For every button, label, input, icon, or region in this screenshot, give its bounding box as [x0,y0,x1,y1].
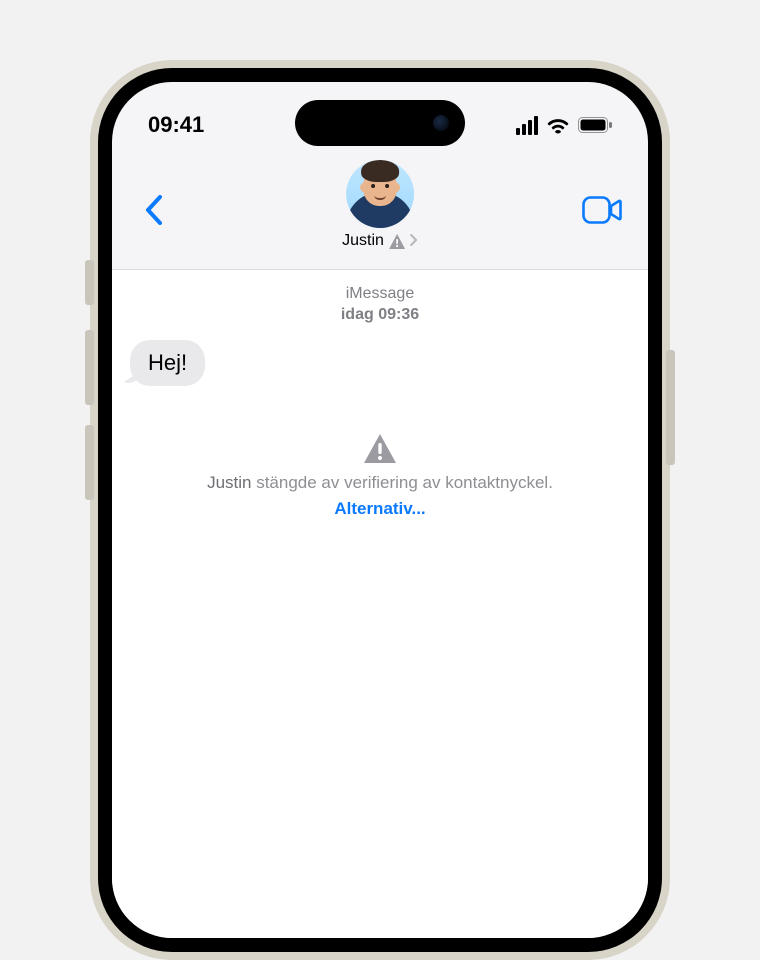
message-text: Hej! [148,350,187,375]
message-row: Hej! [130,340,630,386]
chevron-right-icon [410,233,418,249]
chevron-left-icon [145,195,163,225]
warning-icon [389,234,405,249]
contact-avatar [346,160,414,228]
warning-triangle-icon [130,434,630,463]
message-thread[interactable]: iMessage idag 09:36 Hej! Justin stängde … [112,270,648,938]
incoming-message-bubble[interactable]: Hej! [130,340,205,386]
notice-body: stängde av verifiering av kontaktnyckel. [251,473,552,492]
contact-info[interactable]: Justin [342,160,418,250]
meta-service: iMessage [346,285,414,302]
notice-text: Justin stängde av verifiering av kontakt… [130,473,630,493]
cellular-signal-icon [516,116,538,135]
meta-datetime: idag 09:36 [341,306,419,323]
conversation-header: Justin [112,150,648,270]
status-indicators [516,116,612,135]
side-button-vol-down [85,425,94,500]
side-button-silence [85,260,94,305]
screen: 09:41 [112,82,648,938]
side-button-vol-up [85,330,94,405]
back-button[interactable] [134,190,174,230]
phone-frame: 09:41 [90,60,670,960]
facetime-button[interactable] [578,190,626,230]
notice-options-link[interactable]: Alternativ... [130,499,630,519]
contact-name: Justin [342,232,384,250]
front-camera [433,115,449,131]
thread-meta: iMessage idag 09:36 [130,284,630,326]
video-camera-icon [582,196,622,224]
dynamic-island [295,100,465,146]
battery-icon [578,117,612,133]
status-time: 09:41 [148,112,204,138]
phone-bezel: 09:41 [98,68,662,952]
contact-name-row: Justin [342,232,418,250]
side-button-power [666,350,675,465]
wifi-icon [546,116,570,134]
notice-contact-name: Justin [207,473,251,492]
verification-notice: Justin stängde av verifiering av kontakt… [130,434,630,519]
